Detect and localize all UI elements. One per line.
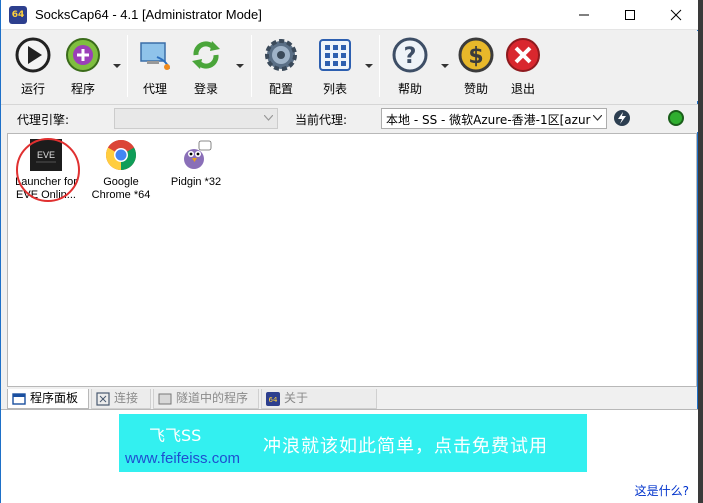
ad-banner[interactable]: 飞飞SS www.feifeiss.com 冲浪就该如此简单，点击免费试用: [119, 414, 587, 472]
minimize-icon: [579, 14, 589, 16]
tab-label: 隧道中的程序: [176, 391, 249, 405]
list-grid-icon: [319, 39, 351, 71]
close-button[interactable]: [653, 0, 699, 30]
engine-select[interactable]: [114, 108, 278, 129]
maximize-icon: [625, 10, 635, 20]
program-panel[interactable]: EVE Launcher for EVE Onlin... Google Chr…: [7, 133, 697, 387]
exit-icon: [506, 38, 540, 72]
connection-status-icon: [668, 110, 684, 126]
banner-brand: 飞飞SS: [149, 426, 202, 445]
help-label: 帮助: [397, 82, 422, 96]
tab-program-panel[interactable]: 程序面板: [7, 389, 89, 409]
tab-label: 程序面板: [30, 391, 79, 405]
speed-test-icon[interactable]: [614, 110, 630, 126]
chevron-down-icon: [593, 115, 602, 121]
gear-icon: [265, 39, 297, 71]
current-proxy-label: 当前代理:: [295, 113, 348, 127]
login-button[interactable]: 登录: [184, 35, 228, 97]
run-button[interactable]: 运行: [11, 35, 55, 97]
proxy-icon: [140, 42, 170, 70]
run-label: 运行: [20, 82, 45, 96]
maximize-button[interactable]: [607, 0, 653, 30]
program-label: 程序: [70, 82, 95, 96]
program-dropdown-arrow[interactable]: [113, 63, 121, 69]
svg-text:?: ?: [404, 44, 417, 69]
window-icon: [158, 393, 172, 405]
login-dropdown-arrow[interactable]: [236, 63, 244, 69]
list-dropdown-arrow[interactable]: [365, 63, 373, 69]
lightning-icon: [618, 112, 626, 124]
config-button[interactable]: 配置: [259, 35, 303, 97]
exit-button[interactable]: 退出: [501, 35, 545, 97]
dollar-icon: $: [458, 37, 494, 73]
background-desktop: [698, 0, 703, 503]
chrome-icon: [105, 139, 137, 170]
tab-label: 连接: [114, 391, 139, 405]
app-logo-icon: 64: [9, 6, 27, 24]
current-proxy-value: 本地 - SS - 微软Azure-香港-1区[azure: [386, 113, 591, 127]
app-logo-icon: 64: [266, 392, 280, 406]
help-icon: ?: [392, 37, 428, 73]
close-icon: [670, 9, 682, 21]
title-bar[interactable]: 64 SocksCap64 - 4.1 [Administrator Mode]: [1, 0, 699, 30]
program-button[interactable]: 程序: [61, 35, 105, 97]
toolbar: 运行 程序 代理 登录 配置 列表 ? 帮助 $ 赞助 退出: [1, 31, 699, 101]
program-name: Pidgin *32: [170, 176, 222, 188]
panel-tabs: 程序面板 连接 隧道中的程序 64 关于SocksCap64: [7, 389, 697, 424]
list-label: 列表: [322, 82, 347, 96]
program-name-line2: Chrome *64: [91, 189, 151, 201]
connection-icon: [96, 392, 110, 406]
proxy-bar: 代理引擎: 当前代理: 本地 - SS - 微软Azure-香港-1区[azur…: [1, 104, 699, 132]
exit-label: 退出: [510, 82, 535, 96]
window-title: SocksCap64 - 4.1 [Administrator Mode]: [35, 7, 262, 22]
engine-label: 代理引擎:: [17, 113, 70, 127]
list-button[interactable]: 列表: [313, 35, 357, 97]
tab-tunneled-programs[interactable]: 隧道中的程序: [153, 389, 259, 409]
minimize-button[interactable]: [561, 0, 607, 30]
toolbar-separator: [251, 35, 252, 97]
svg-text:$: $: [468, 44, 483, 69]
program-name: Google: [103, 176, 139, 188]
pidgin-icon: [184, 140, 212, 169]
sponsor-button[interactable]: $ 赞助: [454, 35, 498, 97]
banner-url: www.feifeiss.com: [125, 450, 241, 467]
panel-icon: [12, 393, 26, 405]
ad-area: 飞飞SS www.feifeiss.com 冲浪就该如此简单，点击免费试用 这是…: [1, 409, 699, 503]
program-item-eve[interactable]: EVE Launcher for EVE Onlin...: [10, 137, 82, 207]
chevron-down-icon: [264, 115, 273, 121]
program-item-chrome[interactable]: Google Chrome *64: [85, 137, 157, 207]
login-label: 登录: [193, 82, 218, 96]
what-is-this-link[interactable]: 这是什么?: [635, 482, 689, 499]
app-window: 64 SocksCap64 - 4.1 [Administrator Mode]…: [0, 0, 699, 503]
help-button[interactable]: ? 帮助: [388, 35, 432, 97]
tab-about[interactable]: 64 关于SocksCap64: [261, 389, 377, 424]
tab-connections[interactable]: 连接: [91, 389, 151, 409]
toolbar-separator: [379, 35, 380, 97]
config-label: 配置: [268, 82, 293, 96]
play-icon: [15, 37, 51, 73]
help-dropdown-arrow[interactable]: [441, 63, 449, 69]
login-refresh-icon: [192, 41, 220, 69]
proxy-button[interactable]: 代理: [133, 35, 177, 97]
svg-text:64: 64: [269, 396, 278, 404]
program-item-pidgin[interactable]: Pidgin *32: [160, 137, 232, 207]
proxy-label: 代理: [142, 82, 167, 96]
banner-slogan: 冲浪就该如此简单，点击免费试用: [263, 436, 548, 457]
add-program-icon: [66, 38, 100, 72]
highlight-circle: [16, 138, 80, 202]
current-proxy-select[interactable]: 本地 - SS - 微软Azure-香港-1区[azure: [381, 108, 607, 129]
